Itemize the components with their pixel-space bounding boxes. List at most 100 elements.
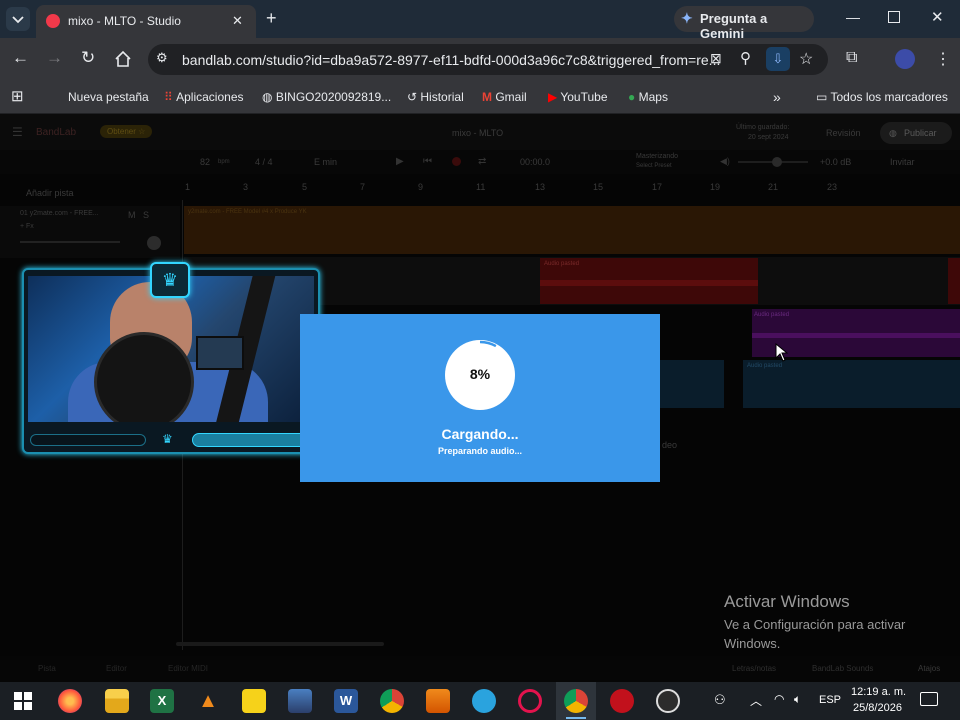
clock-time[interactable]: 12:19 a. m. (851, 686, 906, 698)
audio-region-blue-2[interactable]: Audio pasted (743, 360, 960, 408)
minimize-button[interactable]: — (846, 9, 860, 25)
audio-region-red[interactable]: Audio pasted (540, 258, 758, 304)
bookmark-bingo[interactable]: ◍ BINGO2020092819... (262, 80, 391, 114)
bookmark-historial[interactable]: ↺ Historial (407, 80, 464, 114)
volume-icon[interactable]: ◀) (720, 156, 730, 167)
restore-button[interactable] (888, 11, 900, 23)
tab-track[interactable]: Pista (38, 664, 56, 673)
master-volume-knob[interactable] (772, 157, 782, 167)
tab-close-icon[interactable]: ✕ (232, 13, 243, 29)
ruler-tick: 1 (185, 182, 191, 192)
active-tab[interactable]: mixo - MLTO - Studio ✕ (36, 5, 256, 38)
bandlab-logo[interactable]: BandLab (36, 127, 76, 138)
mastering-preset[interactable]: Select Preset (636, 163, 672, 169)
url-text[interactable]: bandlab.com/studio?id=dba9a572-8977-ef11… (182, 52, 720, 68)
block-icon[interactable]: ⊠ (710, 50, 722, 67)
back-arrow-icon[interactable]: ← (12, 48, 29, 68)
close-window-button[interactable]: ✕ (931, 8, 944, 26)
new-tab-button[interactable]: + (266, 8, 277, 29)
fx-button[interactable]: + Fx (20, 223, 34, 230)
loading-title: Cargando... (441, 426, 519, 442)
more-bookmarks-chevron-icon[interactable]: » (773, 80, 781, 114)
chrome-icon[interactable] (380, 689, 404, 713)
get-pro-badge[interactable]: Obtener ☆ (100, 125, 153, 138)
track-1-region[interactable]: y2mate.com - FREE Model #4 x Produce YK (184, 206, 960, 254)
audio-region-red-2[interactable] (948, 258, 960, 304)
vlc-icon[interactable]: ▲ (196, 689, 220, 713)
show-hidden-icons-chevron[interactable]: ︿ (750, 692, 762, 709)
audio-region-blue[interactable] (660, 360, 724, 408)
track-header-1[interactable]: 01 y2mate.com - FREE... M S + Fx (0, 206, 180, 258)
forward-arrow-icon[interactable]: → (46, 48, 63, 68)
bookmark-youtube[interactable]: ▶ YouTube (548, 80, 608, 114)
clock-date[interactable]: 25/8/2026 (853, 702, 902, 714)
language-indicator[interactable]: ESP (819, 694, 841, 706)
play-icon[interactable]: ▶ (396, 156, 404, 167)
loop-icon[interactable]: ⇄ (478, 156, 486, 167)
obs-icon[interactable] (656, 689, 680, 713)
people-icon[interactable]: ⚇ (714, 692, 726, 708)
menu-icon[interactable]: ☰ (12, 125, 23, 139)
install-app-icon[interactable]: ⇩ (766, 47, 790, 71)
mastering-title[interactable]: Masterizando (636, 153, 678, 160)
time-signature[interactable]: 4 / 4 (255, 157, 273, 167)
pan-knob[interactable] (147, 236, 161, 250)
tab-midi-editor[interactable]: Editor MIDI (168, 664, 208, 673)
home-icon[interactable] (114, 50, 132, 68)
solo-button[interactable]: S (143, 210, 149, 220)
all-bookmarks[interactable]: ▭ Todos los marcadores (816, 80, 948, 114)
speaker-icon[interactable]: 🔈︎ (794, 692, 801, 707)
publish-button[interactable]: ◍ Publicar (880, 122, 952, 144)
bookmark-star-icon[interactable]: ☆ (799, 49, 813, 69)
site-settings-icon[interactable]: ⚙ (156, 50, 168, 66)
excel-icon[interactable]: X (150, 689, 174, 713)
windows-start-icon[interactable] (14, 692, 32, 710)
track-volume-slider[interactable] (20, 241, 120, 243)
chrome-menu-icon[interactable]: ⋮ (935, 49, 951, 69)
player-icon[interactable] (242, 689, 266, 713)
add-track-button[interactable]: Añadir pista (26, 188, 74, 198)
extensions-icon[interactable]: ⧉ (846, 49, 857, 67)
notifications-icon[interactable] (920, 692, 938, 706)
shortcuts-button[interactable]: Atajos (918, 664, 940, 673)
opera-icon[interactable] (518, 689, 542, 713)
telegram-icon[interactable] (472, 689, 496, 713)
record-icon[interactable] (610, 689, 634, 713)
network-icon[interactable]: ◠ (774, 692, 784, 706)
loading-subtitle: Preparando audio... (437, 446, 522, 456)
tab-editor[interactable]: Editor (106, 664, 127, 673)
gemini-button[interactable]: ✦ Pregunta a Gemini (674, 6, 814, 41)
bookmark-maps[interactable]: ● Maps (628, 80, 668, 114)
chrome-active-icon[interactable] (564, 689, 588, 713)
bookmark-aplicaciones[interactable]: ⠿ Aplicaciones (164, 80, 244, 114)
fl-studio-icon[interactable] (426, 689, 450, 713)
revision-button[interactable]: Revisión (826, 128, 861, 138)
address-bar[interactable]: ⚙ bandlab.com/studio?id=dba9a572-8977-ef… (148, 44, 828, 75)
ruler-tick: 17 (652, 182, 663, 192)
tab-search-button[interactable] (6, 7, 30, 31)
horizontal-scrollbar[interactable] (176, 642, 384, 646)
firefox-icon[interactable] (58, 689, 82, 713)
rewind-icon[interactable]: ⏮ (423, 156, 432, 167)
bandlab-favicon-icon (46, 14, 60, 28)
progress-circle: 8% (445, 340, 515, 410)
reload-icon[interactable]: ↻ (81, 48, 95, 68)
mute-button[interactable]: M (128, 210, 136, 220)
file-explorer-icon[interactable] (105, 689, 129, 713)
bandlab-sounds-button[interactable]: BandLab Sounds (812, 664, 873, 673)
photos-icon[interactable] (288, 689, 312, 713)
lyrics-notes-button[interactable]: Letras/notas (732, 664, 776, 673)
apps-shortcut-icon[interactable]: ⊞ (11, 80, 24, 114)
ruler-tick: 7 (360, 182, 366, 192)
gemini-label: Pregunta a Gemini (700, 11, 768, 41)
bpm-value[interactable]: 82 (200, 157, 210, 167)
bookmark-gmail[interactable]: M Gmail (482, 80, 527, 114)
key-selector[interactable]: E min (314, 157, 337, 167)
profile-avatar[interactable] (895, 49, 915, 69)
invite-button[interactable]: Invitar (890, 157, 915, 167)
zoom-icon[interactable]: ⚲ (740, 49, 751, 67)
project-title[interactable]: mixo - MLTO (452, 128, 503, 138)
bookmark-nueva-pestana[interactable]: Nueva pestaña (54, 80, 149, 114)
word-icon[interactable]: W (334, 689, 358, 713)
record-icon[interactable] (452, 157, 461, 166)
